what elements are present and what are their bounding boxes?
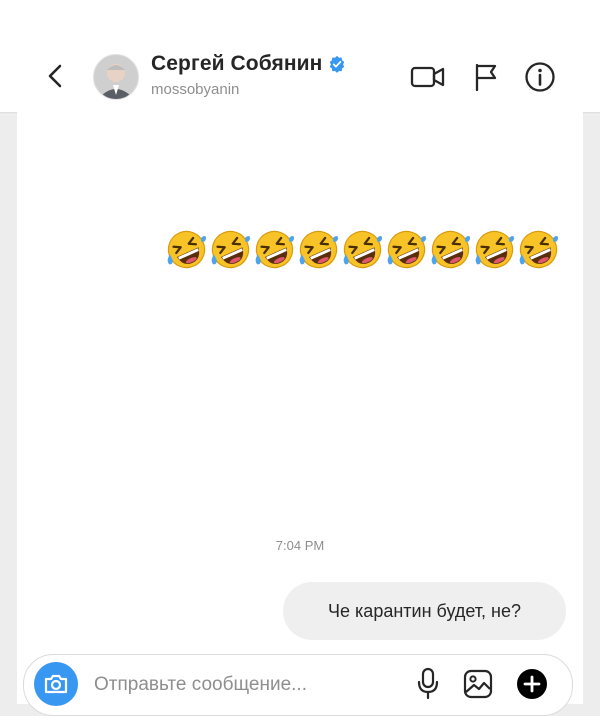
outgoing-message-bubble[interactable]: Че карантин будет, не? [283, 582, 566, 640]
back-button[interactable] [36, 54, 76, 98]
rolling-on-floor-laughing-emoji [429, 228, 472, 271]
rolling-on-floor-laughing-emoji [297, 228, 340, 271]
rolling-on-floor-laughing-emoji [209, 228, 252, 271]
rolling-on-floor-laughing-emoji [165, 228, 208, 271]
chevron-left-icon [48, 64, 62, 88]
chat-header: Сергей Собянин mossobyanin [0, 0, 600, 112]
voice-message-button[interactable] [410, 666, 446, 702]
video-camera-icon [410, 66, 445, 88]
plus-icon [517, 669, 547, 699]
info-button[interactable] [522, 59, 558, 95]
message-timestamp: 7:04 PM [275, 538, 325, 553]
video-call-button[interactable] [410, 59, 446, 95]
report-button[interactable] [468, 59, 504, 95]
verified-badge-icon [330, 55, 345, 73]
emoji-message[interactable] [165, 228, 560, 271]
gallery-button[interactable] [460, 666, 496, 702]
contact-username: mossobyanin [151, 81, 240, 98]
rolling-on-floor-laughing-emoji [385, 228, 428, 271]
camera-button[interactable] [34, 662, 78, 706]
flag-icon [475, 63, 497, 92]
message-composer [23, 654, 573, 716]
contact-name: Сергей Собянин [151, 52, 323, 75]
conversation-title[interactable]: Сергей Собянин mossobyanin [151, 52, 346, 98]
microphone-icon [417, 667, 439, 700]
more-options-button[interactable] [514, 666, 550, 702]
outgoing-message-text: Че карантин будет, не? [328, 600, 521, 621]
rolling-on-floor-laughing-emoji [341, 228, 384, 271]
message-input[interactable] [92, 669, 396, 701]
image-icon [463, 669, 493, 699]
camera-icon [44, 674, 68, 694]
rolling-on-floor-laughing-emoji [473, 228, 516, 271]
avatar[interactable] [93, 54, 139, 100]
rolling-on-floor-laughing-emoji [517, 228, 560, 271]
info-icon [525, 62, 555, 92]
rolling-on-floor-laughing-emoji [253, 228, 296, 271]
